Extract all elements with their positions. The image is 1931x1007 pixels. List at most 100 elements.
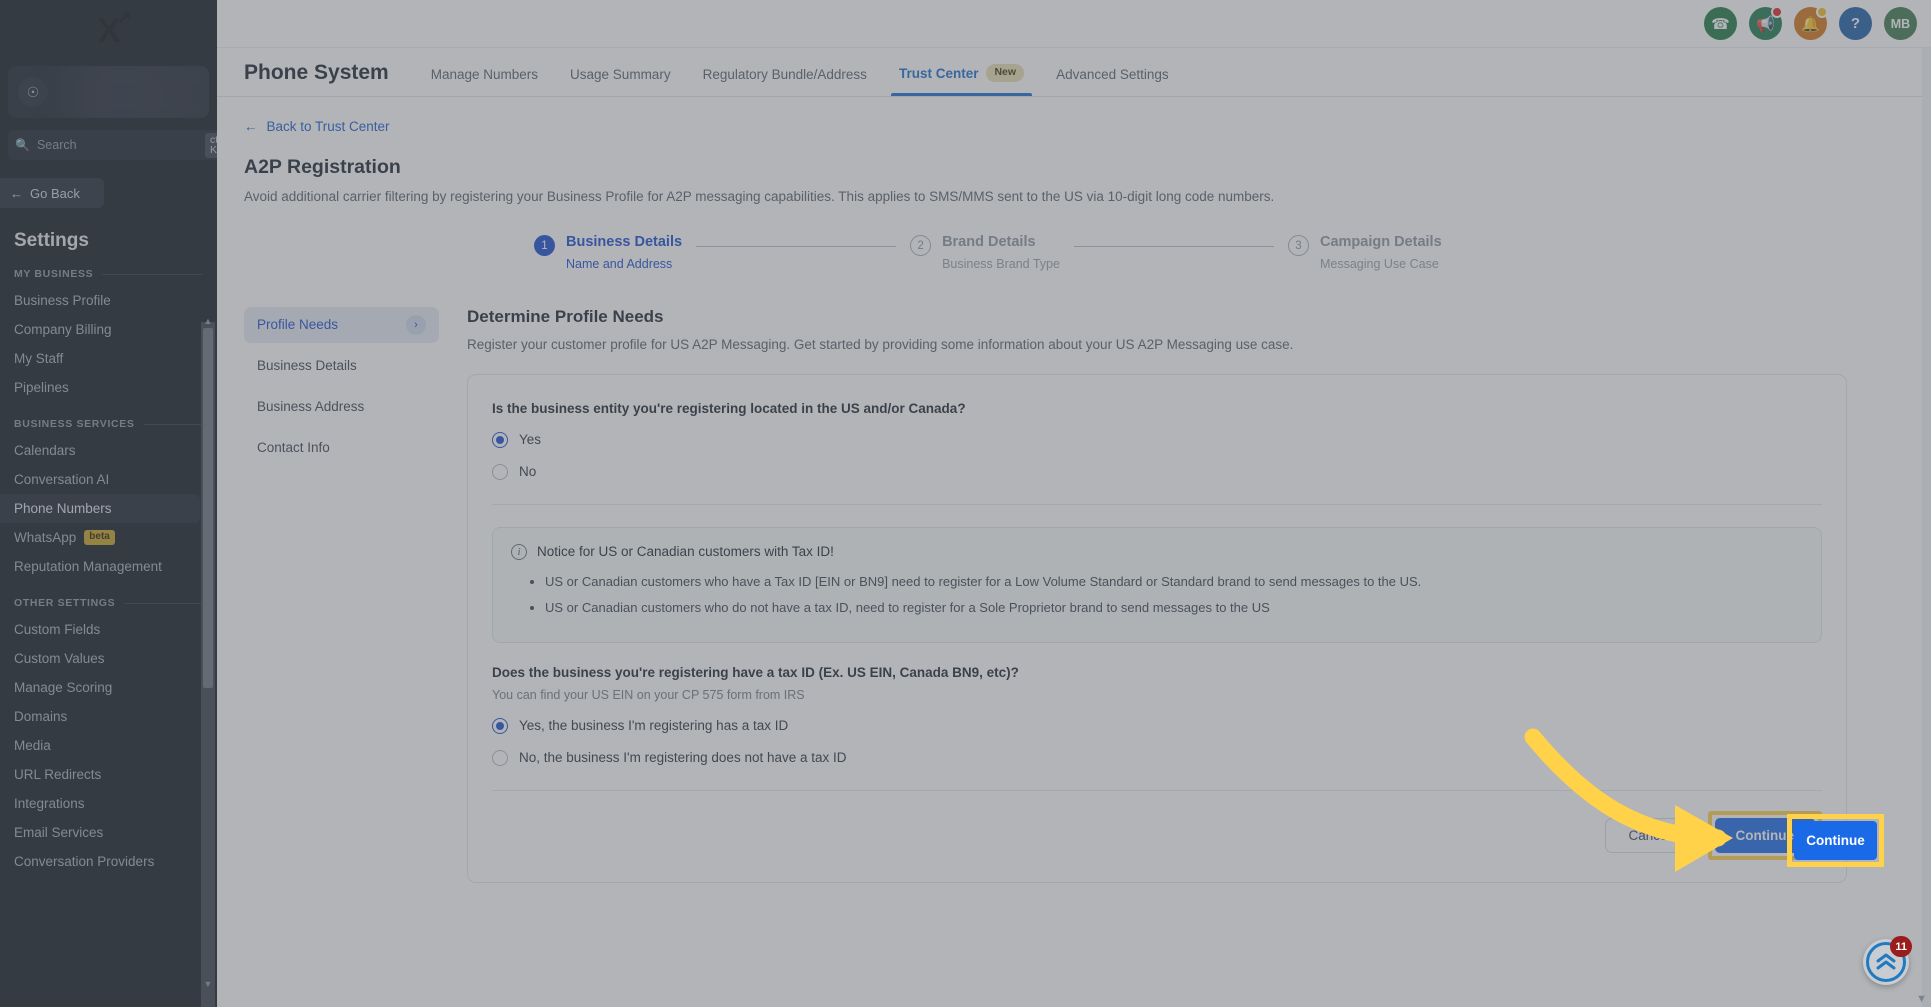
app-root: X ↗ ☉ 🔍 ctrl K ✦ ← Go Back Settings MY B…	[0, 0, 1931, 1007]
help-icon[interactable]: ?	[1839, 7, 1872, 40]
sidebar-item-conversation-ai[interactable]: Conversation AI	[0, 465, 200, 494]
account-selector[interactable]: ☉	[8, 66, 209, 118]
go-back-label: Go Back	[30, 185, 80, 201]
page-scroll-down-arrow-icon[interactable]: ▼	[1916, 993, 1927, 1005]
subnav-item-business-details[interactable]: Business Details	[244, 348, 439, 384]
search-icon: 🔍	[15, 138, 30, 152]
step-subtitle: Messaging Use Case	[1319, 256, 1439, 271]
subnav-item-label: Business Details	[257, 358, 357, 374]
megaphone-icon[interactable]: 📢	[1749, 6, 1783, 40]
continue-button-highlighted[interactable]: Continue	[1794, 821, 1877, 860]
sidebar-item-label: Company Billing	[14, 322, 112, 337]
radio-icon	[492, 749, 508, 766]
search-box[interactable]: 🔍 ctrl K	[8, 130, 217, 160]
radio-us-canada-yes[interactable]: Yes	[492, 431, 1822, 448]
section-label: MY BUSINESS	[14, 268, 94, 280]
subnav-item-business-address[interactable]: Business Address	[244, 389, 439, 425]
search-input[interactable]	[36, 138, 198, 152]
radio-label: Yes	[519, 432, 542, 448]
sidebar-item-my-staff[interactable]: My Staff	[0, 344, 200, 373]
sidebar-item-email-services[interactable]: Email Services	[0, 818, 200, 847]
tab-label: Manage Numbers	[430, 67, 539, 82]
sidebar-item-label: Pipelines	[14, 380, 69, 395]
sidebar-item-whatsapp[interactable]: WhatsApp beta	[0, 523, 200, 552]
sidebar-item-custom-fields[interactable]: Custom Fields	[0, 615, 200, 644]
radio-label: No	[519, 464, 537, 480]
continue-button-label: Continue	[1806, 833, 1865, 848]
registration-subnav: Profile Needs › Business Details Busines…	[244, 306, 439, 883]
sidebar-scrollbar-thumb[interactable]	[203, 328, 213, 688]
sidebar-item-business-profile[interactable]: Business Profile	[0, 286, 200, 315]
floating-help-widget[interactable]: 11	[1863, 936, 1912, 985]
step-title: Campaign Details	[1319, 234, 1442, 250]
radio-us-canada-no[interactable]: No	[492, 463, 1822, 480]
step-number: 2	[910, 235, 932, 256]
sidebar-item-custom-values[interactable]: Custom Values	[0, 644, 200, 673]
step-title: Brand Details	[942, 234, 1036, 250]
sidebar-item-url-redirects[interactable]: URL Redirects	[0, 760, 200, 789]
sidebar-item-label: My Staff	[14, 351, 64, 366]
sidebar-item-company-billing[interactable]: Company Billing	[0, 315, 200, 344]
app-logo[interactable]: X ↗	[0, 0, 217, 62]
sidebar-item-reputation-management[interactable]: Reputation Management	[0, 552, 200, 581]
sidebar-item-phone-numbers[interactable]: Phone Numbers	[0, 494, 200, 523]
step-brand-details[interactable]: 2 Brand Details Business Brand Type	[910, 234, 1060, 271]
location-pin-icon: ☉	[18, 77, 48, 107]
back-to-trust-center-link[interactable]: ← Back to Trust Center	[244, 119, 390, 134]
settings-title: Settings	[14, 230, 89, 251]
sidebar-item-media[interactable]: Media	[0, 731, 200, 760]
sidebar-item-domains[interactable]: Domains	[0, 702, 200, 731]
section-divider	[102, 273, 203, 275]
sidebar-section-other-settings: OTHER SETTINGS	[14, 597, 203, 609]
question-tax-id-help: You can find your US EIN on your CP 575 …	[492, 687, 805, 702]
chevron-right-icon: ›	[406, 314, 426, 335]
tab-manage-numbers[interactable]: Manage Numbers	[415, 67, 554, 96]
sidebar-item-manage-scoring[interactable]: Manage Scoring	[0, 673, 200, 702]
step-business-details[interactable]: 1 Business Details Name and Address	[534, 234, 682, 271]
question-tax-id-label: Does the business you're registering hav…	[492, 664, 1019, 680]
radio-tax-id-no[interactable]: No, the business I'm registering does no…	[492, 749, 1822, 766]
step-connector	[696, 246, 897, 247]
sidebar-item-label: Integrations	[14, 796, 85, 811]
scroll-up-arrow-icon[interactable]: ▲	[201, 316, 215, 326]
sidebar-item-conversation-providers[interactable]: Conversation Providers	[0, 847, 200, 876]
step-campaign-details[interactable]: 3 Campaign Details Messaging Use Case	[1287, 234, 1442, 271]
sidebar-item-label: Manage Scoring	[14, 680, 113, 695]
sidebar-item-label: Phone Numbers	[14, 501, 112, 516]
scroll-down-arrow-icon[interactable]: ▼	[201, 979, 215, 989]
a2p-registration-description: Avoid additional carrier filtering by re…	[244, 189, 1275, 204]
subnav-item-profile-needs[interactable]: Profile Needs ›	[244, 306, 439, 343]
radio-icon	[492, 431, 508, 448]
radio-icon	[492, 717, 508, 734]
cancel-button[interactable]: Cancel	[1605, 817, 1694, 853]
sidebar-item-calendars[interactable]: Calendars	[0, 436, 200, 465]
info-icon: i	[511, 543, 527, 560]
logo-arrow-icon: ↗	[117, 8, 131, 27]
phone-icon[interactable]: ☎	[1704, 7, 1737, 40]
go-back-button[interactable]: ← Go Back	[0, 178, 104, 208]
sidebar: X ↗ ☉ 🔍 ctrl K ✦ ← Go Back Settings MY B…	[0, 0, 217, 1007]
subnav-item-contact-info[interactable]: Contact Info	[244, 430, 439, 466]
sidebar-scrollbar-track[interactable]: ▲ ▼	[201, 316, 215, 1007]
sidebar-item-label: URL Redirects	[14, 767, 102, 782]
sidebar-item-pipelines[interactable]: Pipelines	[0, 373, 200, 402]
question-us-canada-label: Is the business entity you're registerin…	[492, 400, 966, 416]
phone-system-tabbar: Phone System Manage Numbers Usage Summar…	[217, 48, 1931, 97]
tab-trust-center[interactable]: Trust Center New	[883, 64, 1040, 96]
tab-usage-summary[interactable]: Usage Summary	[554, 67, 687, 96]
notification-bell-icon[interactable]: 🔔	[1794, 6, 1828, 40]
sidebar-item-label: Custom Values	[14, 651, 105, 666]
sidebar-search-row: 🔍 ctrl K ✦	[8, 130, 217, 160]
megaphone-alert-dot	[1771, 6, 1783, 18]
arrow-left-icon: ←	[244, 119, 258, 134]
tab-advanced-settings[interactable]: Advanced Settings	[1040, 67, 1185, 96]
sidebar-item-integrations[interactable]: Integrations	[0, 789, 200, 818]
sidebar-item-label: Custom Fields	[14, 622, 101, 637]
main-scrollbar[interactable]	[1922, 48, 1931, 1007]
radio-tax-id-yes[interactable]: Yes, the business I'm registering has a …	[492, 717, 1822, 734]
tab-regulatory-bundle-address[interactable]: Regulatory Bundle/Address	[687, 67, 883, 96]
a2p-registration-title: A2P Registration	[244, 156, 401, 178]
step-connector	[1073, 246, 1274, 247]
main-area: ☎ 📢 🔔 ? MB Phone System Manage Numbers U…	[217, 0, 1931, 1007]
avatar[interactable]: MB	[1884, 7, 1917, 40]
